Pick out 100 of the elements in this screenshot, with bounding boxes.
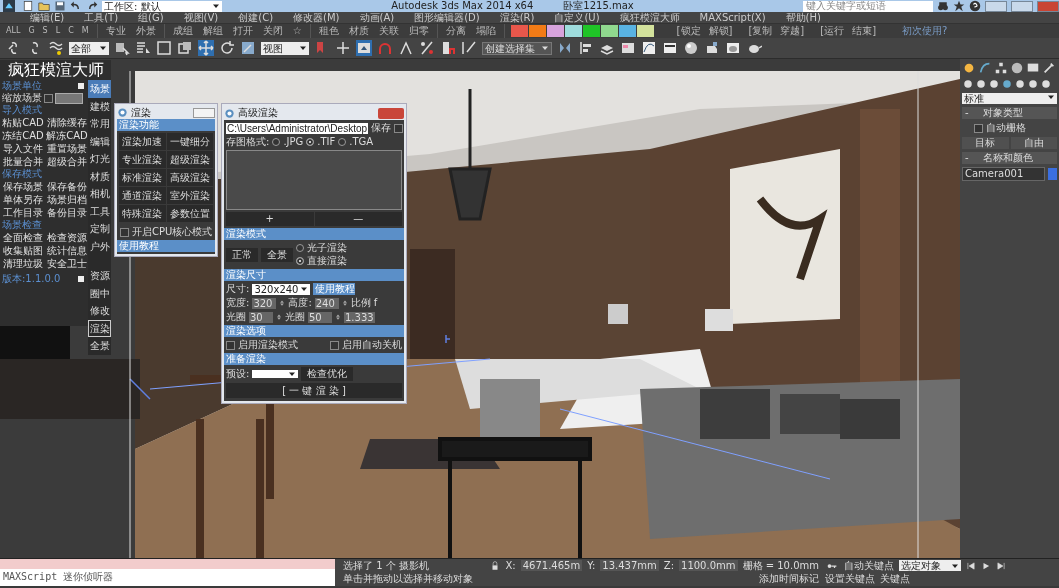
lock-icon[interactable]: [490, 560, 501, 571]
object-type-button[interactable]: 目标: [962, 137, 1009, 149]
maxscript-input[interactable]: [0, 559, 335, 569]
percent-snap-icon[interactable]: [419, 40, 435, 56]
check-button[interactable]: 检查优化: [301, 367, 354, 381]
panel-tab[interactable]: 工具: [88, 202, 111, 220]
spinner-icon[interactable]: [335, 312, 341, 322]
checkbox[interactable]: [330, 340, 339, 350]
panel-button[interactable]: 解冻CAD: [46, 129, 88, 142]
panel-tab[interactable]: 相机: [88, 185, 111, 203]
radio-button[interactable]: [338, 138, 347, 146]
menu-item[interactable]: 工具(T): [84, 11, 119, 24]
close-button[interactable]: [1037, 0, 1059, 12]
remove-button[interactable]: —: [314, 212, 402, 226]
color-swatch[interactable]: [636, 25, 654, 37]
render-button[interactable]: 标准渲染: [119, 169, 166, 186]
panel-button[interactable]: 全面检查: [2, 231, 44, 244]
color-swatch[interactable]: [564, 25, 582, 37]
panel-button[interactable]: 保存备份: [46, 180, 88, 193]
color-swatch[interactable]: [546, 25, 564, 37]
panel-tab[interactable]: 灯光: [88, 150, 111, 168]
help-link[interactable]: 初次使用?: [902, 24, 948, 38]
aspect-field[interactable]: 1.333: [344, 311, 375, 323]
preset-dropdown[interactable]: [252, 370, 299, 378]
color-swatch[interactable]: [510, 25, 528, 37]
panel-button[interactable]: 批量合并: [2, 155, 44, 168]
aperture-field[interactable]: 30: [249, 311, 273, 323]
render-button[interactable]: 参数位置: [166, 205, 213, 222]
render-button[interactable]: 一键细分: [166, 133, 213, 150]
quick-button[interactable]: 材质: [348, 24, 369, 38]
height-field[interactable]: 240: [314, 297, 339, 309]
panel-button[interactable]: 粘贴CAD: [2, 116, 44, 129]
menu-item[interactable]: 自定义(U): [554, 11, 600, 24]
maximize-button[interactable]: [1011, 0, 1033, 12]
add-button[interactable]: +: [226, 212, 314, 226]
panel-tab[interactable]: 材质: [88, 167, 111, 185]
quick-button[interactable]: ☆: [292, 24, 302, 38]
filter-button[interactable]: ALL: [6, 24, 21, 38]
rollout-header[interactable]: - 名称和颜色: [962, 152, 1057, 164]
panel-button[interactable]: 安全卫士: [46, 257, 88, 270]
menu-item[interactable]: 编辑(E): [30, 11, 65, 24]
quick-button[interactable]: 归零: [408, 24, 429, 38]
go-end-icon[interactable]: [996, 560, 1006, 571]
panel-button[interactable]: 超级合并: [46, 155, 88, 168]
panel-tab[interactable]: 修改: [88, 302, 111, 320]
key-target-dropdown[interactable]: 选定对象: [899, 560, 961, 571]
render-button[interactable]: 通道渲染: [119, 187, 166, 204]
size-dropdown[interactable]: 320x240: [252, 283, 311, 295]
filter-button[interactable]: S: [42, 24, 48, 38]
maxscript-listener[interactable]: MAXScript 迷你侦听器: [0, 569, 335, 586]
quick-button[interactable]: 成组: [172, 24, 193, 38]
binoculars-icon[interactable]: [937, 0, 949, 12]
render-button[interactable]: 特殊渲染: [119, 205, 166, 222]
search-field[interactable]: 键入关键字或短语: [803, 0, 933, 12]
menu-item[interactable]: 疯狂模渲大师: [619, 11, 680, 24]
color-swatch[interactable]: [528, 25, 546, 37]
panel-tab[interactable]: 场景: [88, 80, 111, 98]
z-field[interactable]: 1100.0mm: [679, 560, 738, 571]
color-swatch[interactable]: [1048, 168, 1057, 180]
x-field[interactable]: 4671.465m: [520, 560, 583, 571]
display-tab-icon[interactable]: [1026, 61, 1040, 75]
panel-button[interactable]: 场景归档: [46, 193, 88, 206]
help-icon[interactable]: [969, 0, 981, 12]
quick-button[interactable]: 专业: [105, 24, 126, 38]
hierarchy-tab-icon[interactable]: [994, 61, 1008, 75]
menu-item[interactable]: 修改器(M): [293, 11, 340, 24]
radio-button[interactable]: [306, 138, 315, 146]
filter-button[interactable]: C: [68, 24, 74, 38]
create-tab-icon[interactable]: [962, 61, 976, 75]
panel-tab[interactable]: 建模: [88, 97, 111, 115]
save-icon[interactable]: [54, 0, 66, 12]
checkbox[interactable]: [226, 340, 235, 350]
unit-dropdown[interactable]: [55, 92, 83, 104]
quick-button[interactable]: 塌陷: [475, 24, 496, 38]
color-swatch[interactable]: [582, 25, 600, 37]
panel-tab[interactable]: 定制: [88, 220, 111, 238]
panel-button[interactable]: 检查资源: [46, 231, 88, 244]
key-filters-button[interactable]: 关键点: [880, 572, 910, 585]
panel-button[interactable]: 单体另存: [2, 193, 44, 206]
new-file-icon[interactable]: [22, 0, 34, 12]
move-gizmo-icon[interactable]: [335, 40, 351, 56]
rotate-icon[interactable]: [219, 40, 235, 56]
spinner-icon[interactable]: [279, 298, 286, 308]
panel-tab[interactable]: 资源: [88, 267, 111, 285]
rendered-frame-icon[interactable]: [725, 40, 741, 56]
panel-tab[interactable]: 全景: [88, 337, 111, 355]
radio-button[interactable]: [272, 138, 281, 146]
checkbox[interactable]: [974, 123, 983, 133]
toggle-icon[interactable]: [78, 276, 84, 282]
name-field[interactable]: Camera001: [962, 167, 1045, 181]
checkbox[interactable]: [120, 227, 129, 237]
panel-button[interactable]: 清除缓存: [46, 116, 88, 129]
align-view-icon[interactable]: [356, 40, 372, 56]
schematic-view-icon[interactable]: [662, 40, 678, 56]
rectangle-selection-icon[interactable]: [156, 40, 172, 56]
workspace-dropdown[interactable]: 工作区: 默认: [102, 0, 222, 12]
material-editor-icon[interactable]: [683, 40, 699, 56]
panel-button[interactable]: 冻结CAD: [2, 129, 44, 142]
render-setup-icon[interactable]: [704, 40, 720, 56]
render-button[interactable]: 渲染加速: [119, 133, 166, 150]
